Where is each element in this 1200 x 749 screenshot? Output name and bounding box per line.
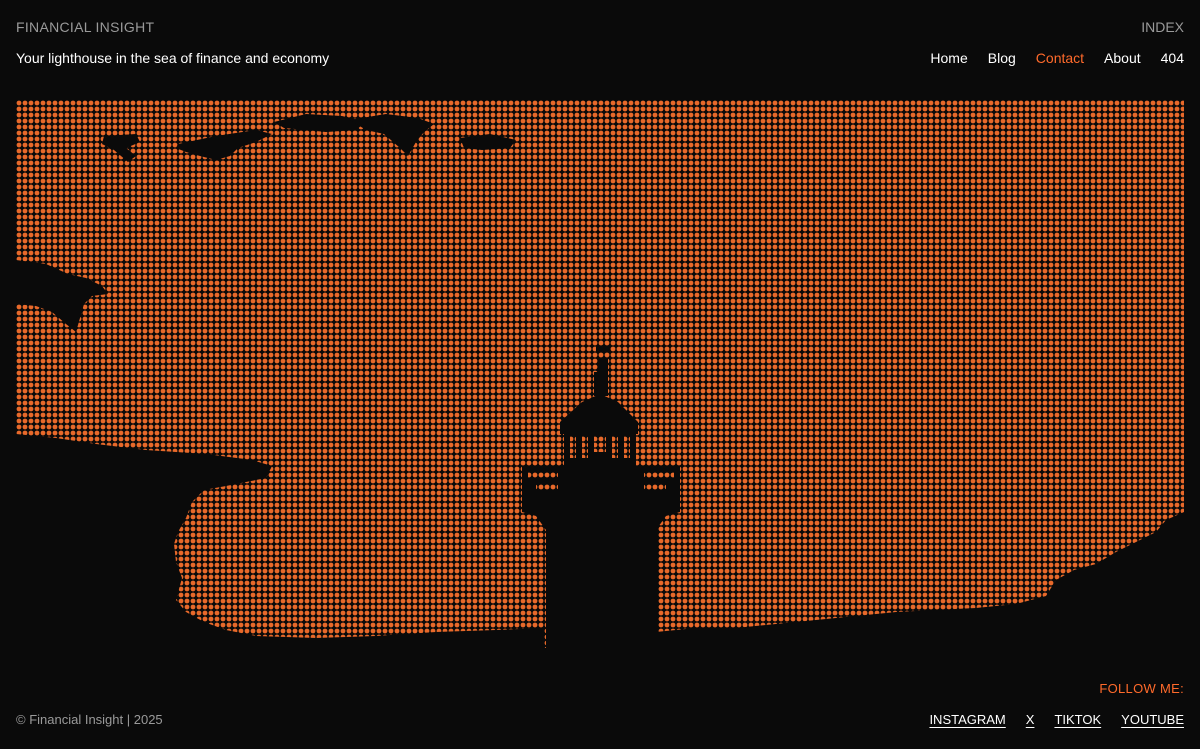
main-nav: Home Blog Contact About 404 (930, 50, 1184, 66)
nav-home[interactable]: Home (930, 50, 967, 66)
nav-about[interactable]: About (1104, 50, 1141, 66)
nav-404[interactable]: 404 (1161, 50, 1184, 66)
index-link[interactable]: INDEX (1141, 19, 1184, 35)
tagline: Your lighthouse in the sea of finance an… (16, 50, 330, 66)
lighthouse-spire (594, 372, 608, 396)
social-tiktok[interactable]: TIKTOK (1054, 712, 1101, 727)
lighthouse-spire-tip (598, 358, 608, 372)
hero-lighthouse-image (16, 100, 1184, 648)
nav-contact[interactable]: Contact (1036, 50, 1084, 66)
follow-label: FOLLOW ME: (1099, 681, 1184, 696)
social-links: INSTAGRAM X TIKTOK YOUTUBE (929, 712, 1184, 727)
dot-matrix-lighthouse (16, 100, 1184, 648)
social-youtube[interactable]: YOUTUBE (1121, 712, 1184, 727)
lighthouse-vane (596, 346, 610, 352)
brand-logo[interactable]: FINANCIAL INSIGHT (16, 19, 154, 35)
nav-blog[interactable]: Blog (988, 50, 1016, 66)
copyright: © Financial Insight | 2025 (16, 712, 163, 727)
page: FINANCIAL INSIGHT INDEX Your lighthouse … (0, 0, 1200, 749)
social-instagram[interactable]: INSTAGRAM (929, 712, 1005, 727)
social-x[interactable]: X (1026, 712, 1035, 727)
